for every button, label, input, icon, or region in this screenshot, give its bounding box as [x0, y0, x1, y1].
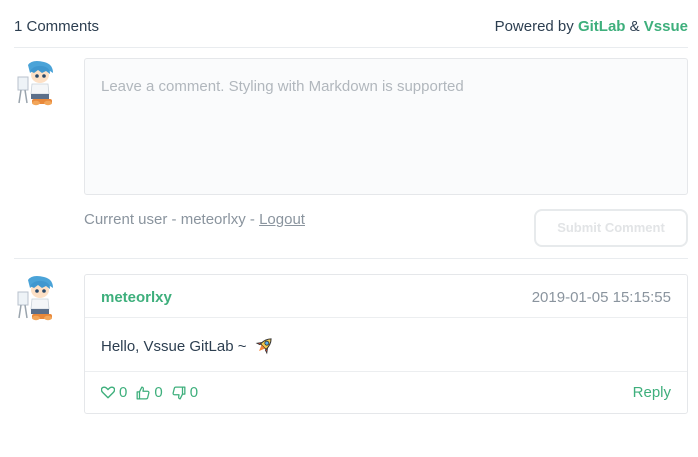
comment-footer: 0 0 0 Reply	[85, 371, 687, 414]
comment-count: 1 Comments	[14, 18, 100, 35]
thumbs-down-reaction[interactable]: 0	[172, 384, 198, 401]
reactions-bar: 0 0 0	[101, 384, 207, 401]
comments-header: 1 Comments Powered by GitLab & Vssue	[14, 0, 688, 48]
comment-textarea[interactable]: Leave a comment. Styling with Markdown i…	[84, 58, 688, 195]
current-user-status: Current user - meteorlxy - Logout	[84, 211, 305, 228]
current-user-prefix: Current user -	[84, 211, 181, 228]
vssue-link[interactable]: Vssue	[644, 18, 688, 35]
powered-by-amp: &	[625, 18, 644, 35]
heart-count: 0	[119, 384, 128, 401]
heart-icon	[101, 386, 115, 399]
thumbs-down-count: 0	[189, 384, 199, 401]
thumbs-up-reaction[interactable]: 0	[136, 384, 163, 401]
comment-timestamp: 2019-01-05 15:15:55	[531, 289, 671, 306]
thumbs-up-icon	[136, 386, 150, 399]
heart-reaction[interactable]: 0	[101, 384, 127, 401]
reply-button[interactable]: Reply	[633, 384, 671, 401]
comment-body: Hello, Vssue GitLab ~	[101, 335, 275, 357]
powered-by-prefix: Powered by	[494, 18, 578, 35]
comment-text: Hello, Vssue GitLab ~	[101, 337, 247, 355]
comment-author[interactable]: meteorlxy	[101, 289, 172, 306]
thumbs-up-count: 0	[154, 384, 163, 401]
submit-comment-button[interactable]: Submit Comment	[534, 209, 688, 247]
section-divider	[14, 258, 688, 259]
thumbs-down-icon	[172, 386, 186, 399]
rocket-icon	[253, 335, 275, 357]
gitlab-link[interactable]: GitLab	[578, 18, 626, 35]
comment-textarea-placeholder: Leave a comment. Styling with Markdown i…	[101, 78, 464, 95]
status-separator: -	[245, 211, 260, 228]
current-username: meteorlxy	[180, 211, 246, 228]
powered-by: Powered by GitLab & Vssue	[495, 18, 688, 35]
current-user-avatar	[16, 60, 58, 106]
comment-author-avatar	[16, 275, 58, 321]
logout-link[interactable]: Logout	[259, 211, 305, 228]
comment-card: meteorlxy 2019-01-05 15:15:55 Hello, Vss…	[84, 274, 688, 414]
comment-header: meteorlxy 2019-01-05 15:15:55	[85, 275, 687, 318]
